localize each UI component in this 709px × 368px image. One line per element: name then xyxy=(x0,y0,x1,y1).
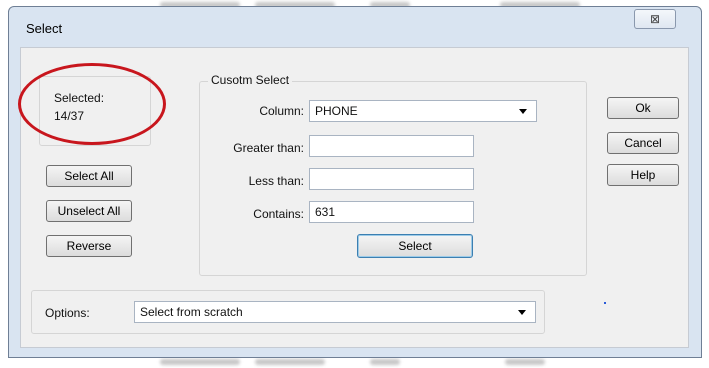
close-icon: ⊠ xyxy=(649,12,661,26)
options-combobox[interactable]: Select from scratch xyxy=(134,301,536,323)
column-value: PHONE xyxy=(315,104,358,118)
reverse-button[interactable]: Reverse xyxy=(46,235,132,257)
close-button[interactable]: ⊠ xyxy=(634,9,676,29)
ok-button[interactable]: Ok xyxy=(607,97,679,119)
greater-than-label: Greater than: xyxy=(233,141,304,155)
cancel-button[interactable]: Cancel xyxy=(607,132,679,154)
custom-select-group: Cusotm Select Column: PHONE Greater than… xyxy=(199,73,587,276)
unselect-all-button[interactable]: Unselect All xyxy=(46,200,132,222)
contains-input[interactable]: 631 xyxy=(309,201,474,223)
dialog-client-area: Selected: 14/37 Select All Unselect All … xyxy=(18,47,689,348)
chevron-down-icon xyxy=(518,310,526,315)
contains-label: Contains: xyxy=(253,207,304,221)
chevron-down-icon xyxy=(519,109,527,114)
select-all-button[interactable]: Select All xyxy=(46,165,132,187)
greater-than-input[interactable] xyxy=(309,135,474,157)
custom-select-legend: Cusotm Select xyxy=(208,73,293,87)
help-button[interactable]: Help xyxy=(607,164,679,186)
select-button[interactable]: Select xyxy=(357,234,473,258)
options-value: Select from scratch xyxy=(140,305,243,319)
less-than-input[interactable] xyxy=(309,168,474,190)
dialog-title: Select xyxy=(26,21,63,36)
highlight-annotation-ellipse xyxy=(18,63,166,145)
less-than-label: Less than: xyxy=(248,174,304,188)
stray-dot xyxy=(604,302,606,304)
column-label: Column: xyxy=(259,104,304,118)
select-dialog: Select ⊠ Selected: 14/37 Select All Unse… xyxy=(8,6,702,358)
options-group: Options: Select from scratch xyxy=(31,290,545,334)
column-combobox[interactable]: PHONE xyxy=(309,100,537,122)
options-label: Options: xyxy=(45,306,90,320)
